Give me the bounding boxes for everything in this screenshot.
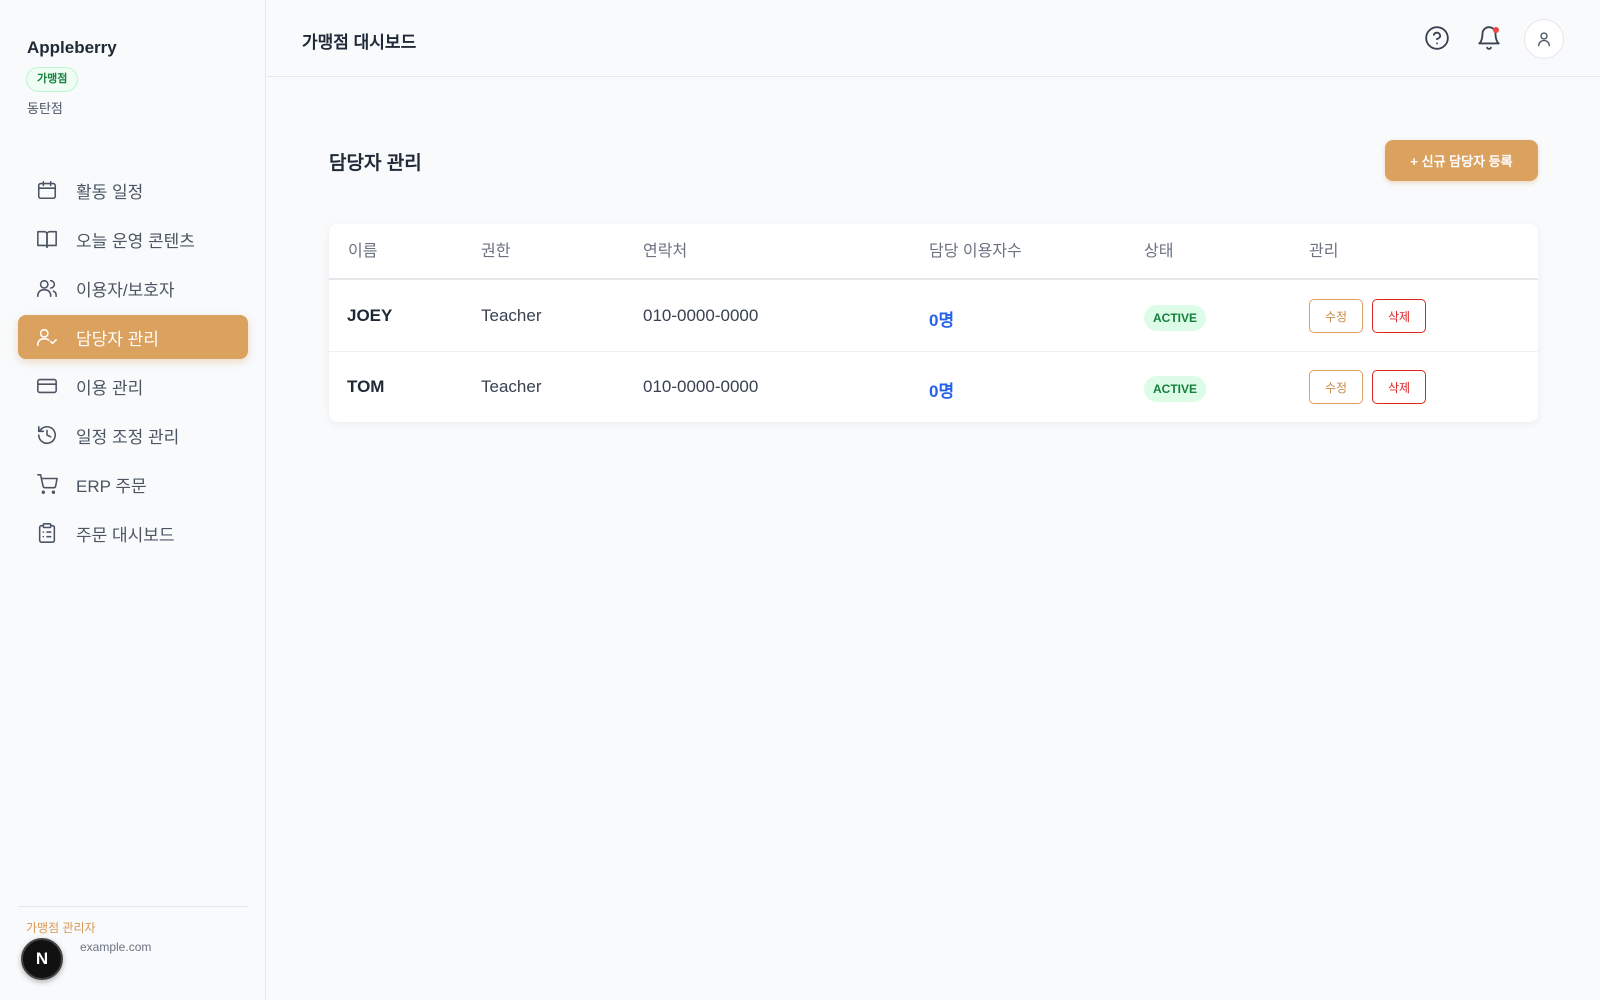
staff-name: JOEY: [347, 306, 393, 325]
column-header-role: 권한: [481, 243, 511, 260]
notification-dot: [1493, 27, 1499, 33]
sidebar-item-label: ERP 주문: [76, 476, 147, 496]
sidebar-item-order-dashboard[interactable]: 주문 대시보드: [18, 511, 248, 555]
notifications-button[interactable]: [1473, 22, 1505, 54]
clipboard-icon: [38, 523, 56, 543]
sidebar-item-label: 오늘 운영 콘텐츠: [76, 231, 195, 251]
sidebar-item-erp-order[interactable]: ERP 주문: [18, 462, 248, 506]
users-icon: [37, 279, 57, 298]
cart-icon: [37, 474, 58, 494]
column-header-contact: 연락처: [643, 243, 688, 260]
table-row: JOEY Teacher 010-0000-0000 0명 ACTIVE 수정 …: [329, 281, 1538, 352]
column-header-name: 이름: [348, 243, 378, 260]
n-badge-button[interactable]: N: [21, 938, 63, 980]
add-staff-button[interactable]: + 신규 담당자 등록: [1385, 140, 1538, 181]
user-icon: [1538, 32, 1550, 47]
sidebar-item-label: 담당자 관리: [76, 329, 159, 349]
sidebar-footer: 가맹점 관리자 example.com: [18, 906, 248, 954]
staff-phone: 010-0000-0000: [643, 306, 759, 325]
sidebar-item-label: 이용 관리: [76, 378, 144, 398]
sidebar-item-label: 주문 대시보드: [76, 525, 175, 545]
sidebar-item-label: 활동 일정: [76, 182, 144, 202]
role-badge: 가맹점: [26, 67, 79, 92]
help-button[interactable]: [1421, 22, 1453, 54]
calendar-icon: [37, 180, 57, 200]
footer-role: 가맹점 관리자: [26, 921, 96, 935]
delete-button[interactable]: 삭제: [1372, 299, 1426, 333]
branch-name: 동탄점: [27, 101, 63, 116]
history-icon: [37, 425, 57, 444]
sidebar-item-activity-schedule[interactable]: 활동 일정: [18, 168, 248, 212]
staff-role: Teacher: [481, 377, 542, 396]
page-header-title: 가맹점 대시보드: [302, 33, 417, 52]
sidebar-item-usage-management[interactable]: 이용 관리: [18, 364, 248, 408]
user-check-icon: [37, 328, 57, 347]
table-header: 이름 권한 연락처 담당 이용자수 상태 관리: [329, 224, 1538, 280]
staff-table: 이름 권한 연락처 담당 이용자수 상태 관리 JOEY Teacher 010…: [329, 224, 1538, 422]
assigned-user-count: 0명: [929, 311, 955, 330]
staff-phone: 010-0000-0000: [643, 377, 759, 396]
staff-role: Teacher: [481, 306, 542, 325]
credit-card-icon: [37, 378, 57, 394]
brand-name: Appleberry: [27, 38, 117, 57]
top-bar: 가맹점 대시보드: [267, 0, 1600, 77]
sidebar-item-label: 일정 조정 관리: [76, 427, 180, 447]
page-title: 담당자 관리: [329, 153, 422, 174]
footer-email: example.com: [80, 940, 152, 954]
column-header-actions: 관리: [1309, 243, 1339, 260]
delete-button[interactable]: 삭제: [1372, 370, 1426, 404]
sidebar-item-today-content[interactable]: 오늘 운영 콘텐츠: [18, 217, 248, 261]
staff-name: TOM: [347, 377, 385, 396]
edit-button[interactable]: 수정: [1309, 299, 1363, 333]
book-icon: [37, 230, 57, 249]
profile-button[interactable]: [1524, 19, 1564, 59]
edit-button[interactable]: 수정: [1309, 370, 1363, 404]
assigned-user-count: 0명: [929, 382, 955, 401]
status-badge: ACTIVE: [1144, 305, 1207, 331]
status-badge: ACTIVE: [1144, 376, 1207, 402]
sidebar-item-schedule-adjustment[interactable]: 일정 조정 관리: [18, 413, 248, 457]
help-circle-icon: [1425, 26, 1449, 50]
sidebar-item-staff-management[interactable]: 담당자 관리: [18, 315, 248, 359]
table-row: TOM Teacher 010-0000-0000 0명 ACTIVE 수정 삭…: [329, 352, 1538, 422]
sidebar: Appleberry 가맹점 동탄점 활동 일정 오늘 운영 콘텐츠 이용자/보…: [0, 0, 266, 1000]
column-header-assigned-count: 담당 이용자수: [929, 243, 1022, 260]
sidebar-item-label: 이용자/보호자: [76, 280, 175, 300]
column-header-status: 상태: [1144, 243, 1174, 260]
sidebar-item-users-guardians[interactable]: 이용자/보호자: [18, 266, 248, 310]
sidebar-nav: 활동 일정 오늘 운영 콘텐츠 이용자/보호자 담당자 관리 이용 관리 일정 …: [18, 168, 248, 560]
